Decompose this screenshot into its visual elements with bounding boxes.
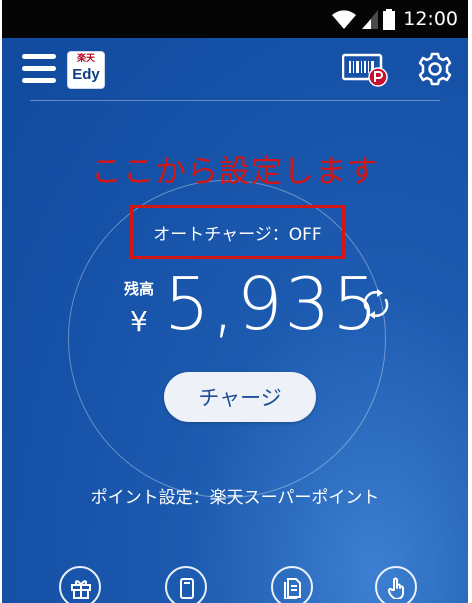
hand-icon [387, 577, 404, 599]
auto-charge-toggle[interactable]: オートチャージ：OFF [130, 205, 345, 259]
bottom-nav-document[interactable] [271, 566, 313, 603]
logo-top-text: 楽天 [76, 54, 95, 64]
logo-bottom-text: Edy [72, 66, 100, 83]
wifi-icon [332, 10, 357, 29]
app-header: 楽天 Edy [2, 38, 468, 100]
bottom-nav-phone-card[interactable] [165, 566, 207, 603]
settings-button[interactable] [418, 52, 452, 86]
currency-symbol: ¥ [130, 305, 148, 338]
auto-charge-label: オートチャージ：OFF [153, 224, 322, 245]
battery-icon [383, 9, 396, 30]
balance-amount: 5,935 [164, 262, 381, 346]
bottom-nav [2, 566, 468, 603]
bottom-nav-gift[interactable] [59, 566, 101, 603]
phone-card-icon [180, 578, 194, 599]
gift-icon [71, 580, 91, 599]
signal-icon [362, 10, 379, 29]
barcode-point-icon [341, 53, 388, 87]
gear-icon [418, 52, 452, 86]
point-setting-link[interactable]: ポイント設定：楽天スーパーポイント [2, 483, 468, 508]
point-setting-label: ポイント設定：楽天スーパーポイント [90, 488, 380, 508]
refresh-button[interactable] [358, 286, 394, 322]
status-icons: 12:00 [331, 0, 458, 38]
document-icon [284, 578, 301, 599]
menu-icon-bar [22, 78, 56, 83]
menu-button[interactable] [22, 54, 56, 84]
status-time: 12:00 [403, 8, 458, 30]
annotation-text: ここから設定します [91, 154, 379, 190]
menu-icon-bar [22, 54, 56, 59]
barcode-point-button[interactable] [341, 53, 390, 87]
charge-button[interactable]: チャージ [164, 372, 316, 422]
header-divider [30, 100, 440, 101]
app-screen: 12:00 楽天 Edy ここから設定します オートチャージ：OFF 残高 ¥ … [2, 0, 468, 603]
status-bar: 12:00 [2, 0, 468, 38]
refresh-icon [363, 289, 389, 319]
menu-icon-bar [22, 66, 56, 71]
charge-button-label: チャージ [198, 386, 282, 410]
rakuten-edy-logo: 楽天 Edy [68, 52, 104, 88]
bottom-nav-hand[interactable] [375, 566, 417, 603]
balance-label: 残高 [124, 280, 155, 298]
